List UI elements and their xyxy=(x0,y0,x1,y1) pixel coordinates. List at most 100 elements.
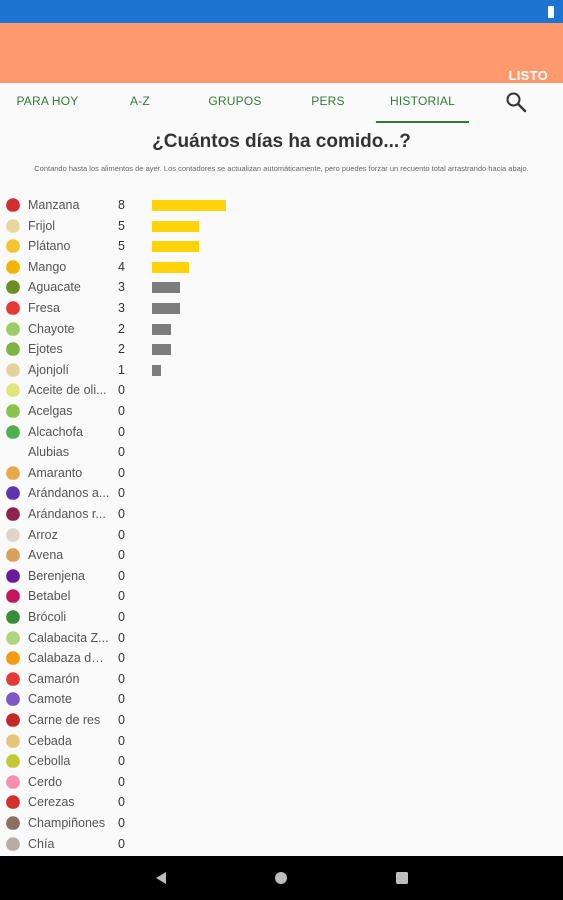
day-count: 0 xyxy=(118,445,125,460)
list-item[interactable]: Arándanos a... 0 xyxy=(0,483,563,504)
list-item[interactable]: Betabel 0 xyxy=(0,586,563,607)
artichoke-icon xyxy=(6,424,20,439)
recents-icon[interactable] xyxy=(395,871,409,885)
list-item[interactable]: Plátano 5 xyxy=(0,236,563,257)
mango-icon xyxy=(6,259,20,274)
list-item[interactable]: Calabacita Z... 0 xyxy=(0,628,563,649)
day-count: 0 xyxy=(118,465,125,480)
cranberry-icon xyxy=(6,507,20,521)
list-item[interactable]: Champiñones 0 xyxy=(0,813,563,834)
day-count: 0 xyxy=(118,383,125,398)
day-count: 0 xyxy=(118,754,125,769)
day-count: 0 xyxy=(118,816,125,830)
back-icon[interactable] xyxy=(154,871,168,885)
count-bar xyxy=(152,323,171,335)
list-item[interactable]: Carne de res 0 xyxy=(0,710,563,731)
eggplant-icon xyxy=(6,568,20,583)
food-name: Chía xyxy=(28,836,55,851)
day-count: 0 xyxy=(118,713,125,727)
list-item[interactable]: Berenjena 0 xyxy=(0,566,563,587)
list-item[interactable]: Amaranto 0 xyxy=(0,463,563,484)
food-name: Amaranto xyxy=(28,465,83,480)
day-count: 0 xyxy=(118,424,125,439)
chia-icon xyxy=(6,836,20,851)
list-item[interactable]: Aceite de oli... 0 xyxy=(0,380,563,401)
list-item[interactable]: Frijol 5 xyxy=(0,216,563,237)
status-bar xyxy=(0,0,563,23)
list-item[interactable]: Mango 4 xyxy=(0,257,563,278)
day-count: 0 xyxy=(118,507,125,521)
chayote-icon xyxy=(6,321,20,336)
list-item[interactable]: Manzana 8 xyxy=(0,195,563,216)
food-name: Betabel xyxy=(28,589,71,604)
list-item[interactable]: Fresa 3 xyxy=(0,298,563,319)
list-item[interactable]: Chayote 2 xyxy=(0,319,563,340)
count-bar xyxy=(152,282,180,294)
food-name: Cerezas xyxy=(28,795,75,810)
count-bar xyxy=(152,364,162,376)
day-count: 0 xyxy=(118,527,125,542)
list-item[interactable]: Arándanos r... 0 xyxy=(0,504,563,525)
list-item[interactable]: Alcachofa 0 xyxy=(0,422,563,443)
list-item[interactable]: Arroz 0 xyxy=(0,525,563,546)
list-item[interactable]: Avena 0 xyxy=(0,545,563,566)
food-name: Arándanos r... xyxy=(28,507,106,521)
list-item[interactable]: Ajonjolí 1 xyxy=(0,360,563,381)
tab-historial[interactable]: HISTORIAL xyxy=(376,83,469,123)
day-count: 2 xyxy=(118,342,125,357)
beef-icon xyxy=(6,713,20,727)
green-bean-icon xyxy=(6,342,20,356)
navigation-bar xyxy=(0,856,563,900)
list-item[interactable]: Ejotes 2 xyxy=(0,339,563,360)
food-name: Champiñones xyxy=(28,816,106,830)
list-item[interactable]: Camote 0 xyxy=(0,689,563,710)
list-item[interactable]: Brócoli 0 xyxy=(0,607,563,628)
app-bar: LISTO xyxy=(0,23,563,83)
day-count: 0 xyxy=(118,568,125,583)
food-name: Acelgas xyxy=(28,404,73,418)
day-count: 3 xyxy=(118,301,125,315)
count-bar xyxy=(152,220,199,232)
food-name: Mango xyxy=(28,259,67,274)
rice-icon xyxy=(6,527,20,542)
barley-icon xyxy=(6,733,20,748)
food-name: Cebolla xyxy=(28,754,71,769)
blueberry-icon xyxy=(6,486,20,501)
count-bar xyxy=(152,344,171,356)
day-count: 3 xyxy=(118,280,125,295)
day-count: 0 xyxy=(118,774,125,789)
day-count: 0 xyxy=(118,651,125,666)
food-name: Avena xyxy=(28,548,64,563)
day-count: 0 xyxy=(118,486,125,501)
list-item[interactable]: Cebada 0 xyxy=(0,731,563,752)
mushroom-icon xyxy=(6,816,20,830)
search-icon[interactable] xyxy=(505,91,527,113)
bean-icon xyxy=(6,218,20,233)
tab-para-hoy[interactable]: PARA HOY xyxy=(5,83,90,123)
sesame-icon xyxy=(6,362,20,377)
food-name: Chayote xyxy=(28,321,75,336)
list-item[interactable]: Camarón 0 xyxy=(0,669,563,690)
food-name: Berenjena xyxy=(28,568,85,583)
list-item[interactable]: Cerezas 0 xyxy=(0,792,563,813)
list-item[interactable]: Cerdo 0 xyxy=(0,772,563,793)
home-icon[interactable] xyxy=(274,871,288,885)
list-item[interactable]: Acelgas 0 xyxy=(0,401,563,422)
food-name: Calabaza de ... xyxy=(28,651,110,666)
tab-a-z[interactable]: A-Z xyxy=(110,83,170,123)
day-count: 0 xyxy=(118,404,125,418)
broccoli-icon xyxy=(6,610,20,624)
list-item[interactable]: Alubias 0 xyxy=(0,442,563,463)
list-item[interactable]: Chía 0 xyxy=(0,834,563,855)
food-name: Cerdo xyxy=(28,774,63,789)
list-item[interactable]: Calabaza de ... 0 xyxy=(0,648,563,669)
food-name: Plátano xyxy=(28,239,71,254)
food-name: Brócoli xyxy=(28,610,67,624)
list-item[interactable]: Aguacate 3 xyxy=(0,277,563,298)
food-name: Arroz xyxy=(28,527,58,542)
tab-grupos[interactable]: GRUPOS xyxy=(195,83,275,123)
list-item[interactable]: Cebolla 0 xyxy=(0,751,563,772)
food-name: Alubias xyxy=(28,445,69,460)
tab-pers[interactable]: PERS xyxy=(298,83,358,123)
day-count: 0 xyxy=(118,836,125,851)
